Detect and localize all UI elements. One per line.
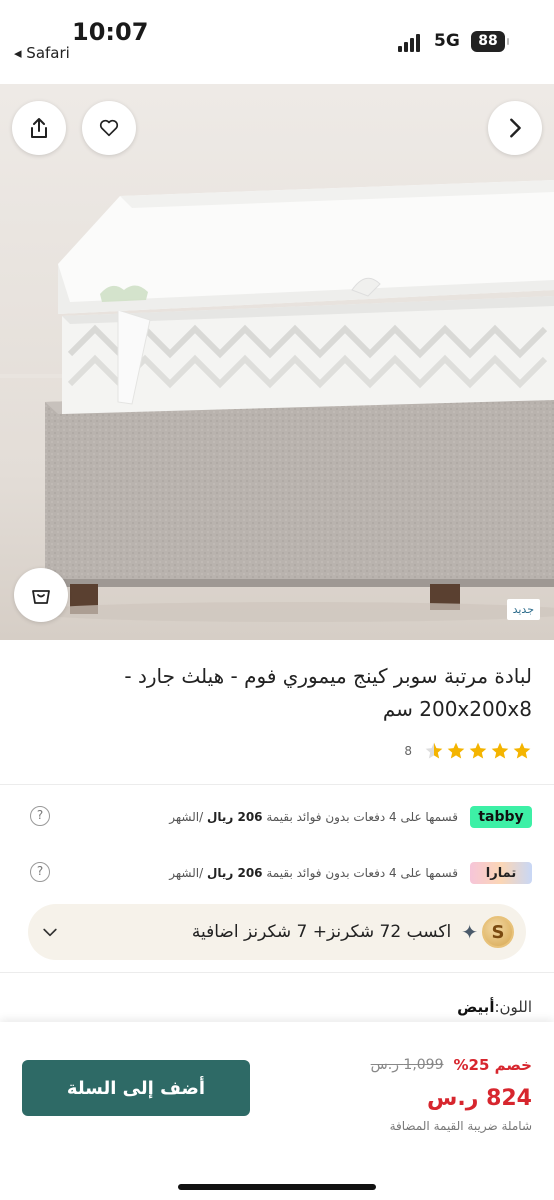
product-image[interactable]: جديد	[0, 84, 554, 640]
tamara-installment-row[interactable]: تمارا قسمها على 4 دفعات بدون فوائد بقيمة…	[22, 853, 532, 893]
points-text: اكسب 72 شكرنز+ 7 شكرنز اضافية	[191, 922, 452, 942]
signal-icon	[398, 34, 422, 52]
coin-icon: S	[482, 916, 514, 948]
current-price: 824 ر.س	[427, 1086, 532, 1111]
help-icon[interactable]: ?	[30, 862, 50, 882]
share-icon	[31, 118, 47, 138]
tamara-installment-text: قسمها على 4 دفعات بدون فوائد بقيمة 206 ر…	[169, 866, 458, 880]
share-button[interactable]	[12, 101, 66, 155]
purchase-bar: أضف إلى السلة خصم 25% 1,099 ر.س 824 ر.س …	[0, 1022, 554, 1200]
home-indicator[interactable]	[178, 1184, 376, 1190]
new-badge: جديد	[506, 599, 540, 620]
discount-badge: خصم 25%	[453, 1056, 532, 1074]
color-label: اللون:	[494, 998, 532, 1016]
chevron-right-icon	[510, 118, 521, 138]
heart-icon	[99, 119, 119, 137]
divider	[0, 972, 554, 973]
back-to-safari-link[interactable]: ◂ Safari	[14, 44, 70, 62]
rewards-points-banner[interactable]: S ✦ اكسب 72 شكرنز+ 7 شكرنز اضافية	[28, 904, 526, 960]
network-type: 5G	[434, 31, 460, 51]
color-selector: اللون:أبيض	[457, 998, 532, 1016]
clock: 10:07	[72, 18, 149, 46]
divider	[0, 784, 554, 785]
star-rating	[424, 741, 532, 761]
chevron-down-icon[interactable]	[40, 922, 60, 942]
battery-icon: 88	[471, 31, 509, 52]
color-value: أبيض	[457, 998, 495, 1016]
help-icon[interactable]: ?	[30, 806, 50, 826]
tabby-logo: tabby	[470, 806, 532, 828]
price-box: خصم 25% 1,099 ر.س 824 ر.س شاملة ضريبة ال…	[371, 1056, 532, 1133]
half-star-icon	[425, 742, 443, 759]
next-image-button[interactable]	[488, 101, 542, 155]
cart-icon	[32, 590, 50, 604]
star-icon	[513, 742, 531, 759]
tabby-installment-text: قسمها على 4 دفعات بدون فوائد بقيمة 206 ر…	[169, 810, 458, 824]
add-to-cart-button[interactable]: أضف إلى السلة	[22, 1060, 250, 1116]
star-icon	[491, 742, 509, 759]
tamara-logo: تمارا	[470, 862, 532, 884]
wishlist-button[interactable]	[82, 101, 136, 155]
old-price: 1,099 ر.س	[370, 1057, 444, 1073]
product-title: لبادة مرتبة سوبر كينج ميموري فوم - هيلث …	[124, 664, 532, 721]
tabby-installment-row[interactable]: tabby قسمها على 4 دفعات بدون فوائد بقيمة…	[22, 797, 532, 837]
rating[interactable]: 8	[404, 741, 532, 761]
sparkle-icon: ✦	[461, 920, 478, 944]
vat-note: شاملة ضريبة القيمة المضافة	[389, 1119, 532, 1133]
mattress-topper-photo	[0, 84, 554, 640]
status-bar: 10:07 ◂ Safari 5G 88	[0, 0, 554, 84]
review-count: 8	[404, 744, 412, 758]
quick-cart-button[interactable]	[14, 568, 68, 622]
star-icon	[469, 742, 487, 759]
star-icon	[447, 742, 465, 759]
